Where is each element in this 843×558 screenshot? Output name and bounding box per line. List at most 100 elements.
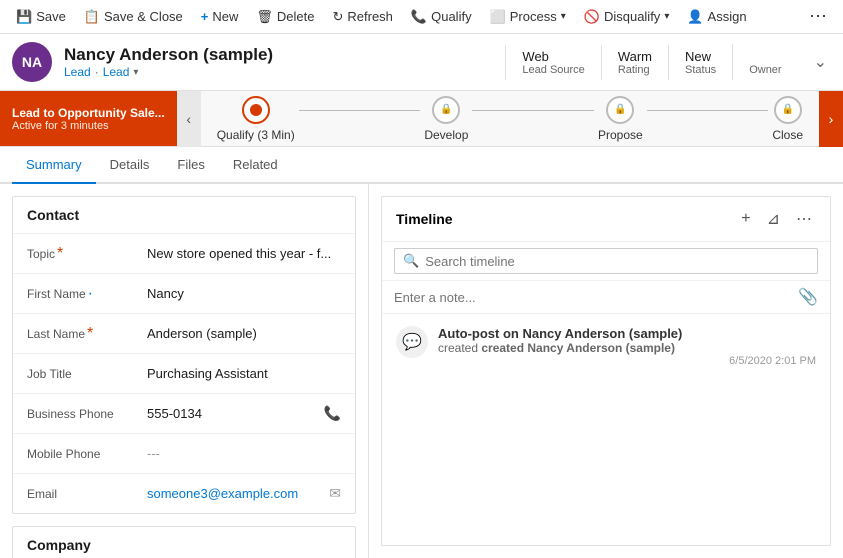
- stage-connector-1: [299, 110, 421, 111]
- more-options-button[interactable]: ⋯: [801, 2, 835, 31]
- process-icon: ⬜: [490, 9, 506, 25]
- field-job-title: Job Title Purchasing Assistant: [13, 353, 355, 393]
- email-compose-icon[interactable]: ✉: [329, 485, 341, 502]
- note-attach-button[interactable]: 📎: [798, 287, 818, 307]
- field-email-label: Email: [27, 487, 147, 501]
- timeline-header: Timeline + ⊿ ⋯: [382, 197, 830, 242]
- stage-qualify-label: Qualify (3 Min): [217, 128, 295, 142]
- record-title-area: Nancy Anderson (sample) Lead · Lead ▾: [64, 45, 493, 79]
- process-button[interactable]: ⬜ Process ▾: [482, 5, 574, 29]
- timeline-add-button[interactable]: +: [737, 207, 754, 231]
- field-email-value[interactable]: someone3@example.com: [147, 486, 329, 501]
- timeline-search-input[interactable]: [425, 254, 809, 269]
- stage-connector-3: [647, 110, 769, 111]
- stage-alert-subtitle: Active for 3 minutes: [12, 120, 165, 132]
- delete-button[interactable]: 🗑 Delete: [248, 5, 322, 29]
- entry-post-icon: 💬: [402, 332, 422, 352]
- entry-avatar: 💬: [396, 326, 428, 358]
- timeline-actions: + ⊿ ⋯: [737, 207, 816, 231]
- entry-time: 6/5/2020 2:01 PM: [438, 355, 816, 367]
- stage-close-circle: [774, 96, 802, 124]
- tab-details[interactable]: Details: [96, 147, 164, 184]
- paperclip-icon: 📎: [798, 289, 818, 306]
- timeline-card: Timeline + ⊿ ⋯ 🔍: [381, 196, 831, 546]
- stage-propose[interactable]: Propose: [598, 96, 643, 142]
- field-business-phone: Business Phone 555-0134 📞: [13, 393, 355, 433]
- meta-rating-label: Rating: [618, 64, 650, 76]
- field-mobile-phone: Mobile Phone ---: [13, 433, 355, 473]
- field-email: Email someone3@example.com ✉: [13, 473, 355, 513]
- entry-title: Auto-post on Nancy Anderson (sample): [438, 326, 816, 341]
- assign-button[interactable]: 👤 Assign: [679, 5, 754, 29]
- lastname-required-indicator: *: [87, 326, 93, 342]
- timeline-filter-button[interactable]: ⊿: [763, 207, 784, 231]
- delete-icon: 🗑: [256, 9, 273, 25]
- field-first-name-value[interactable]: Nancy: [147, 286, 341, 301]
- field-last-name-label: Last Name *: [27, 326, 147, 342]
- disqualify-button[interactable]: 🚫 Disqualify ▾: [576, 5, 678, 29]
- stage-qualify[interactable]: Qualify (3 Min): [217, 96, 295, 142]
- qualify-button[interactable]: 📞 Qualify: [403, 5, 480, 29]
- field-topic-value[interactable]: New store opened this year - f...: [147, 246, 341, 261]
- field-mobile-phone-label: Mobile Phone: [27, 447, 147, 461]
- timeline-entry: 💬 Auto-post on Nancy Anderson (sample) c…: [382, 314, 830, 379]
- plus-icon: +: [741, 210, 750, 227]
- note-input[interactable]: [394, 290, 798, 305]
- tab-files[interactable]: Files: [163, 147, 218, 184]
- field-topic: Topic * New store opened this year - f..…: [13, 233, 355, 273]
- timeline-more-button[interactable]: ⋯: [792, 207, 816, 231]
- refresh-icon: ↻: [332, 9, 343, 25]
- new-button[interactable]: + New: [193, 5, 247, 28]
- chevron-right-icon: ›: [829, 111, 834, 127]
- stage-qualify-circle: [242, 96, 270, 124]
- entry-subtitle: created created Nancy Anderson (sample): [438, 341, 816, 355]
- refresh-button[interactable]: ↻ Refresh: [324, 5, 400, 29]
- field-business-phone-value[interactable]: 555-0134: [147, 406, 324, 421]
- phone-call-icon[interactable]: 📞: [324, 405, 341, 422]
- contact-section: Contact Topic * New store opened this ye…: [12, 196, 356, 514]
- meta-lead-source: Web Lead Source: [505, 45, 600, 80]
- meta-owner: Owner: [732, 44, 797, 80]
- stage-alert[interactable]: Lead to Opportunity Sale... Active for 3…: [0, 91, 177, 146]
- stages-container: Qualify (3 Min) Develop Propose Close: [201, 96, 819, 142]
- meta-rating-value: Warm: [618, 49, 652, 64]
- field-job-title-value[interactable]: Purchasing Assistant: [147, 366, 341, 381]
- record-subtitle: Lead · Lead ▾: [64, 65, 493, 79]
- avatar: NA: [12, 42, 52, 82]
- stage-next-button[interactable]: ›: [819, 91, 843, 147]
- stage-develop-circle: [432, 96, 460, 124]
- save-icon: 💾: [16, 9, 32, 25]
- stage-develop[interactable]: Develop: [424, 96, 468, 142]
- disqualify-icon: 🚫: [584, 9, 600, 25]
- stage-connector-2: [472, 110, 594, 111]
- tab-related[interactable]: Related: [219, 147, 292, 184]
- field-topic-label: Topic *: [27, 246, 147, 262]
- meta-rating: Warm Rating: [601, 45, 668, 80]
- right-panel: Timeline + ⊿ ⋯ 🔍: [368, 184, 843, 558]
- field-last-name-value[interactable]: Anderson (sample): [147, 326, 341, 341]
- field-job-title-label: Job Title: [27, 367, 147, 381]
- timeline-search-area: 🔍: [382, 242, 830, 281]
- header-expand-button[interactable]: ⌄: [810, 48, 831, 76]
- meta-lead-source-label: Lead Source: [522, 64, 584, 76]
- entry-title-bold: Auto-post on Nancy Anderson (sample): [438, 326, 682, 341]
- field-mobile-phone-value[interactable]: ---: [147, 446, 341, 461]
- save-button[interactable]: 💾 Save: [8, 5, 74, 29]
- record-link[interactable]: Lead: [103, 65, 130, 79]
- stage-bar: Lead to Opportunity Sale... Active for 3…: [0, 91, 843, 147]
- stage-develop-label: Develop: [424, 128, 468, 142]
- stage-close[interactable]: Close: [772, 96, 803, 142]
- entry-content: Auto-post on Nancy Anderson (sample) cre…: [438, 326, 816, 367]
- tab-summary[interactable]: Summary: [12, 147, 96, 184]
- stage-alert-title: Lead to Opportunity Sale...: [12, 106, 165, 120]
- filter-icon: ⊿: [767, 211, 780, 228]
- record-type-link[interactable]: Lead: [64, 65, 91, 79]
- tabs: Summary Details Files Related: [0, 147, 843, 184]
- search-box: 🔍: [394, 248, 818, 274]
- save-close-button[interactable]: 📋 Save & Close: [76, 5, 191, 29]
- note-input-area: 📎: [382, 281, 830, 314]
- field-last-name: Last Name * Anderson (sample): [13, 313, 355, 353]
- field-business-phone-label: Business Phone: [27, 407, 147, 421]
- stage-prev-button[interactable]: ‹: [177, 91, 201, 147]
- field-first-name: First Name · Nancy: [13, 273, 355, 313]
